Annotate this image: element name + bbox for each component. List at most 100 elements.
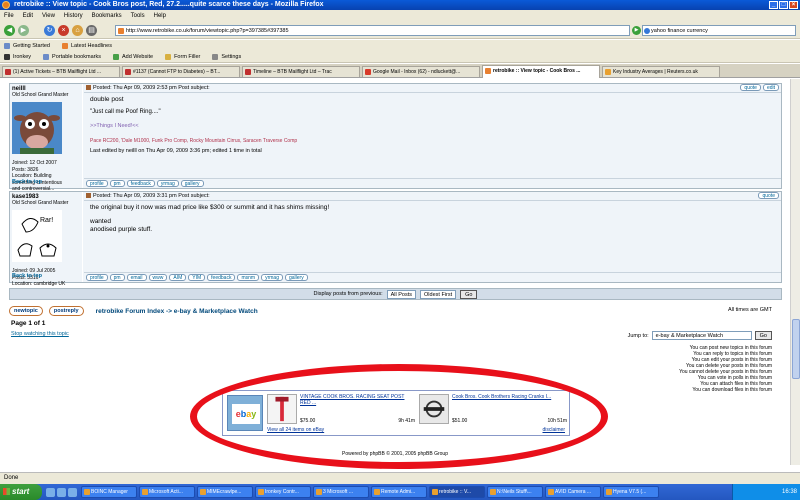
taskbar-button[interactable]: Microsoft Acti... [139, 486, 195, 498]
gallery-button[interactable]: gallery [284, 274, 308, 281]
search-bar[interactable]: yahoo finance currency [642, 25, 796, 36]
menu-file[interactable]: File [4, 13, 14, 19]
yim-button[interactable]: YIM [188, 274, 206, 281]
toolbar-settings[interactable]: Settings [212, 53, 241, 60]
taskbar-button[interactable]: Ironkey Contr... [255, 486, 311, 498]
ebay-listing[interactable]: VINTAGE COOK BROS. RACING SEAT POST RED … [267, 394, 417, 426]
taskbar-button[interactable]: Hyena V7.5 (... [603, 486, 659, 498]
bookmark-latest-headlines[interactable]: Latest Headlines [62, 42, 112, 49]
quote-button[interactable]: quote [740, 84, 761, 91]
pm-button[interactable]: pm [109, 180, 125, 187]
navigation-toolbar: ◀ ▶ ↻ × ⌂ ▤ http://www.retrobike.co.uk/f… [0, 21, 800, 39]
form-icon [165, 53, 172, 60]
menu-edit[interactable]: Edit [23, 13, 33, 19]
jump-go-button[interactable]: Go [754, 331, 772, 340]
taskbar-button[interactable]: Remote Admi... [371, 486, 427, 498]
edited-note: Last edited by neilll on Thu Apr 09, 200… [90, 148, 262, 154]
profile-button[interactable]: profile [86, 274, 108, 281]
start-button[interactable]: start [0, 484, 42, 500]
tab-active-tickets[interactable]: (1) Active Tickets – BTB Mailflight Ltd … [2, 66, 120, 77]
menu-history[interactable]: History [64, 13, 83, 19]
forum-breadcrumb[interactable]: retrobike Forum Index -> e-bay & Marketp… [96, 308, 258, 315]
print-icon[interactable]: ▤ [86, 25, 97, 36]
stop-icon[interactable]: × [58, 25, 69, 36]
tab-timeline[interactable]: Timeline – BTB Mailflight Ltd – Trac [242, 66, 360, 77]
tab-label: Timeline – BTB Mailflight Ltd – Trac [253, 69, 332, 75]
taskbar-button[interactable]: BOINC Manager [81, 486, 137, 498]
windows-taskbar: start BOINC Manager Microsoft Acti... MI… [0, 484, 800, 500]
tab-reuters[interactable]: Key Industry Averages | Reuters.co.uk [602, 66, 720, 77]
gallery-button[interactable]: gallery [180, 180, 204, 187]
quick-launch-icon[interactable] [68, 487, 77, 497]
taskbar-button[interactable]: 3 Microsoft ... [313, 486, 369, 498]
msnm-button[interactable]: msnm [237, 274, 260, 281]
view-all-link[interactable]: View all 24 items on eBay [267, 427, 324, 433]
menu-help[interactable]: Help [154, 13, 166, 19]
clock[interactable]: 16:38 [782, 489, 797, 495]
taskbar-button[interactable]: N:\Neils Stuff\... [487, 486, 543, 498]
taskbar-button[interactable]: retrobike :: V... [429, 486, 485, 498]
firefox-icon [2, 1, 10, 9]
jump-select[interactable]: e-bay & Marketplace Watch [651, 331, 752, 340]
back-icon[interactable]: ◀ [4, 25, 15, 36]
toolbar-form-filler[interactable]: Form Filler [165, 53, 200, 60]
display-go-button[interactable]: Go [460, 289, 478, 299]
stop-watching-link[interactable]: Stop watching this topic [11, 331, 69, 337]
listing-price: $75.00 [300, 418, 316, 424]
go-arrow-icon[interactable]: ▶ [632, 26, 641, 35]
aim-button[interactable]: AIM [169, 274, 187, 281]
toolbar-portable-bookmarks[interactable]: Portable bookmarks [43, 53, 101, 60]
profile-button[interactable]: profile [86, 180, 108, 187]
back-to-top-link[interactable]: Back to top [12, 273, 42, 279]
listing-title[interactable]: VINTAGE COOK BROS. RACING SEAT POST RED … [300, 394, 415, 406]
ebay-logo[interactable]: ebay [227, 395, 263, 431]
email-button[interactable]: email [126, 274, 147, 281]
scrollbar-thumb[interactable] [792, 319, 800, 379]
display-order-select[interactable]: Oldest First [420, 289, 457, 299]
ebay-listing[interactable]: Cook Bros. Cook Brothers Racing Cranks I… [419, 394, 569, 426]
minimize-button[interactable]: _ [769, 1, 778, 9]
back-to-top-link[interactable]: Back to top [12, 179, 42, 185]
signature-link[interactable]: >>Things I Need!<< [84, 123, 781, 129]
app-icon [200, 489, 206, 495]
tab-gmail[interactable]: Google Mail - Inbox (62) - ndluckett@... [362, 66, 480, 77]
post-reply-button[interactable]: postreply [48, 306, 84, 316]
tab-favicon-icon [605, 69, 611, 75]
maximize-button[interactable]: □ [779, 1, 788, 9]
tab-ticket-1137[interactable]: #1137 (Cannot FTP to Diabetes) – BT... [122, 66, 240, 77]
quick-launch-icon[interactable] [57, 487, 66, 497]
toolbar-ironkey[interactable]: Ironkey [4, 53, 31, 60]
taskbar-button[interactable]: AVID Camera ... [545, 486, 601, 498]
listing-title[interactable]: Cook Bros. Cook Brothers Racing Cranks I… [452, 394, 567, 400]
tab-retrobike[interactable]: retrobike :: View topic - Cook Bros ... [482, 65, 600, 78]
app-icon [548, 489, 554, 495]
vertical-scrollbar[interactable] [790, 79, 800, 465]
www-button[interactable]: www [148, 274, 168, 281]
menu-bookmarks[interactable]: Bookmarks [92, 13, 122, 19]
bookmark-getting-started[interactable]: Getting Started [4, 42, 50, 49]
feedback-button[interactable]: feedback [126, 180, 155, 187]
window-title: retrobike :: View topic - Cook Bros post… [14, 1, 324, 8]
home-icon[interactable]: ⌂ [72, 25, 83, 36]
status-bar: Done [0, 472, 800, 484]
edit-button[interactable]: edit [762, 84, 779, 91]
quote-button[interactable]: quote [758, 192, 779, 199]
reload-icon[interactable]: ↻ [44, 25, 55, 36]
menu-view[interactable]: View [42, 13, 55, 19]
yrmag-button[interactable]: yrmag [156, 180, 179, 187]
new-topic-button[interactable]: newtopic [9, 306, 43, 316]
menu-tools[interactable]: Tools [131, 13, 145, 19]
pm-button[interactable]: pm [109, 274, 125, 281]
url-bar[interactable]: http://www.retrobike.co.uk/forum/viewtop… [115, 25, 630, 36]
feedback-button[interactable]: feedback [207, 274, 236, 281]
taskbar-button[interactable]: MIMEcrawlpe... [197, 486, 253, 498]
display-range-select[interactable]: All Posts [386, 289, 417, 299]
forward-icon[interactable]: ▶ [18, 25, 29, 36]
quick-launch-icon[interactable] [46, 487, 55, 497]
yrmag-button[interactable]: yrmag [261, 274, 283, 281]
disclaimer-link[interactable]: disclaimer [542, 427, 565, 433]
windows-logo-icon [3, 488, 10, 495]
close-button[interactable]: × [789, 1, 798, 9]
toolbar-add-website[interactable]: Add Website [112, 53, 153, 60]
post-rank: Old School Grand Master [12, 200, 69, 206]
